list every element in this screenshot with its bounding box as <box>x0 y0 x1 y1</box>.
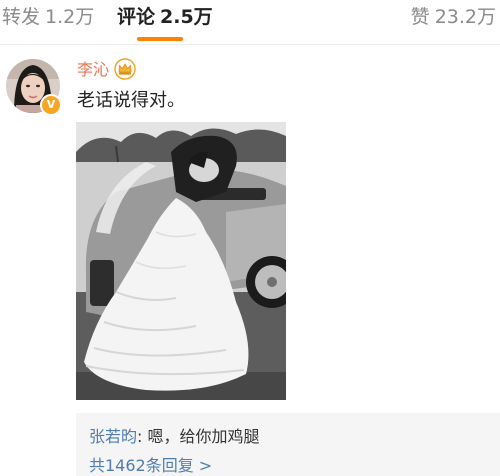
verified-badge-icon: V <box>40 94 62 116</box>
reply-preview: 张若昀: 嗯，给你加鸡腿 共1462条回复 > <box>76 413 500 476</box>
reply-item[interactable]: 张若昀: 嗯，给你加鸡腿 <box>89 426 260 448</box>
comment-text: 老话说得对。 <box>77 90 185 111</box>
reply-author[interactable]: 张若昀 <box>89 427 137 446</box>
tab-comment-label: 评论 <box>117 6 156 28</box>
reply-separator: : <box>137 427 148 446</box>
tab-like[interactable]: 赞 23.2万 <box>411 5 496 29</box>
tab-comment-count: 2.5万 <box>160 6 213 28</box>
active-tab-indicator <box>137 37 183 41</box>
comment-username[interactable]: 李沁 <box>77 60 109 80</box>
view-all-replies-link[interactable]: 共1462条回复 > <box>89 455 212 476</box>
tab-bar: 转发 1.2万 评论 2.5万 赞 23.2万 <box>0 0 500 45</box>
tab-repost-count: 1.2万 <box>45 6 95 28</box>
tab-like-label: 赞 <box>410 6 430 28</box>
reply-text: 嗯，给你加鸡腿 <box>147 427 260 446</box>
tab-like-count: 23.2万 <box>434 6 496 28</box>
crown-icon <box>114 58 136 80</box>
tab-comment[interactable]: 评论 2.5万 <box>117 5 213 29</box>
tab-repost-label: 转发 <box>2 6 41 28</box>
comment-page: 转发 1.2万 评论 2.5万 赞 23.2万 V 李沁 老话说得对。 张若昀:… <box>0 0 500 476</box>
tab-repost[interactable]: 转发 1.2万 <box>2 5 94 29</box>
comment-photo[interactable] <box>76 122 286 400</box>
